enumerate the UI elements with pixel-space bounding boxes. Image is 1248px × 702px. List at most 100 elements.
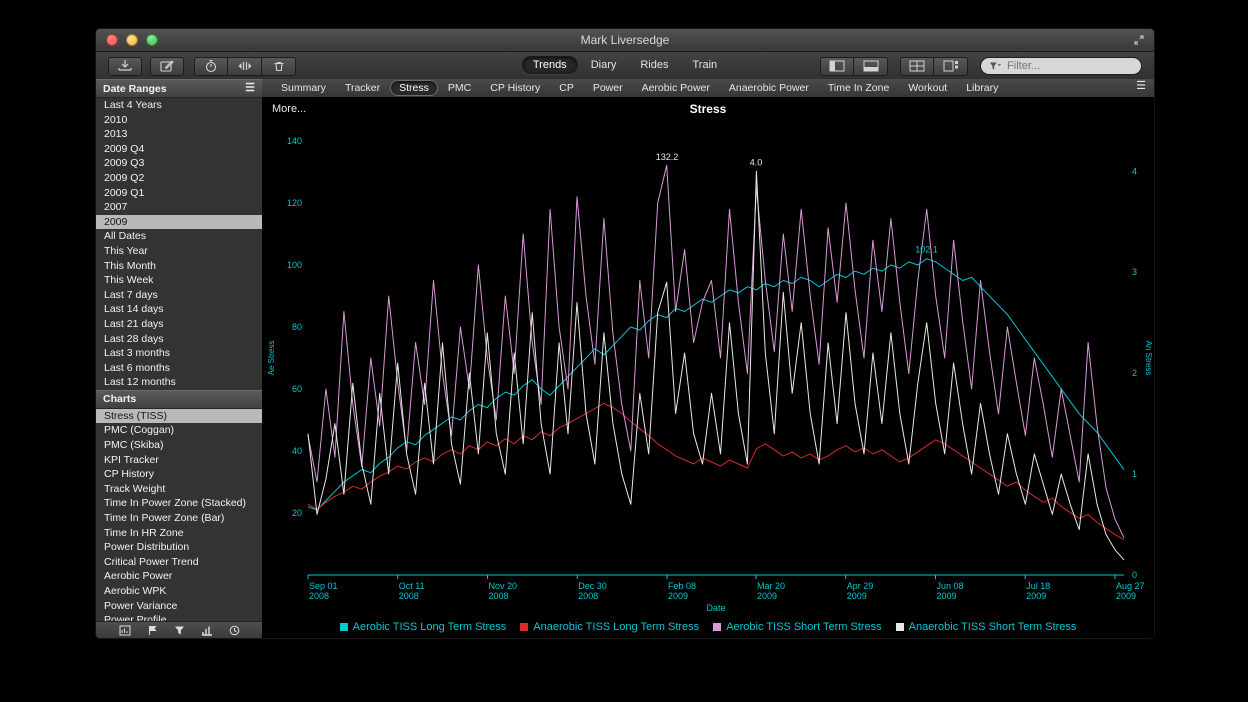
svg-text:132.2: 132.2 — [656, 152, 679, 162]
tab-summary[interactable]: Summary — [272, 80, 335, 96]
trash-icon — [272, 59, 286, 73]
tab-power[interactable]: Power — [584, 80, 632, 96]
filter-input[interactable] — [1005, 59, 1133, 73]
date-range-2010[interactable]: 2010 — [96, 113, 262, 128]
tab-aerobic-power[interactable]: Aerobic Power — [633, 80, 719, 96]
delete-button[interactable] — [262, 57, 296, 76]
date-range-this-year[interactable]: This Year — [96, 244, 262, 259]
tab-tracker[interactable]: Tracker — [336, 80, 389, 96]
tab-menu-icon[interactable]: ☰ — [1136, 81, 1146, 92]
svg-text:2009: 2009 — [1116, 591, 1136, 601]
date-range-this-week[interactable]: This Week — [96, 273, 262, 288]
date-range-last-3-months[interactable]: Last 3 months — [96, 346, 262, 361]
date-range-last-28-days[interactable]: Last 28 days — [96, 332, 262, 347]
charts-header[interactable]: Charts — [96, 390, 262, 409]
date-ranges-menu-icon[interactable]: ☰ — [245, 83, 255, 94]
date-range-2009-q1[interactable]: 2009 Q1 — [96, 186, 262, 201]
svg-text:Jul 18: Jul 18 — [1026, 581, 1050, 591]
chart-aerobic-wpk[interactable]: Aerobic WPK — [96, 584, 262, 599]
svg-text:2009: 2009 — [847, 591, 867, 601]
segment-trends[interactable]: Trends — [522, 56, 578, 74]
date-range-last-6-months[interactable]: Last 6 months — [96, 361, 262, 376]
svg-text:3: 3 — [1132, 267, 1137, 277]
date-range-last-4-years[interactable]: Last 4 Years — [96, 98, 262, 113]
tab-anaerobic-power[interactable]: Anaerobic Power — [720, 80, 818, 96]
svg-text:Nov 20: Nov 20 — [489, 581, 518, 591]
date-range-last-7-days[interactable]: Last 7 days — [96, 288, 262, 303]
segment-diary[interactable]: Diary — [580, 56, 628, 74]
tab-workout[interactable]: Workout — [899, 80, 956, 96]
download-button[interactable] — [108, 57, 142, 76]
date-range-2009[interactable]: 2009 — [96, 215, 262, 230]
chart-aerobic-power[interactable]: Aerobic Power — [96, 569, 262, 584]
view-segmented-control: TrendsDiaryRidesTrain — [522, 56, 728, 74]
edit-button[interactable] — [150, 57, 184, 76]
date-range-2007[interactable]: 2007 — [96, 200, 262, 215]
date-range-last-21-days[interactable]: Last 21 days — [96, 317, 262, 332]
chart-legend: Aerobic TISS Long Term Stress Anaerobic … — [262, 621, 1154, 633]
chart-track-weight[interactable]: Track Weight — [96, 482, 262, 497]
svg-text:Sep 01: Sep 01 — [309, 581, 338, 591]
tab-time-in-zone[interactable]: Time In Zone — [819, 80, 898, 96]
tab-cp-history[interactable]: CP History — [481, 80, 549, 96]
legend-label: Anaerobic TISS Short Term Stress — [909, 621, 1077, 633]
lowbar-toggle-button[interactable] — [854, 57, 888, 76]
traffic-lights — [106, 34, 158, 46]
date-ranges-header[interactable]: Date Ranges ☰ — [96, 79, 262, 98]
date-range-2009-q2[interactable]: 2009 Q2 — [96, 171, 262, 186]
tab-pmc[interactable]: PMC — [439, 80, 480, 96]
date-range-last-12-months[interactable]: Last 12 months — [96, 375, 262, 390]
svg-text:0: 0 — [1132, 570, 1137, 580]
date-range-this-month[interactable]: This Month — [96, 259, 262, 274]
chart-stress-tiss[interactable]: Stress (TISS) — [96, 409, 262, 424]
chart-power-distribution[interactable]: Power Distribution — [96, 540, 262, 555]
bookmark-flag-icon[interactable] — [147, 625, 158, 636]
chart-pmc-skiba[interactable]: PMC (Skiba) — [96, 438, 262, 453]
sidebar-toggle-button[interactable] — [820, 57, 854, 76]
svg-text:4: 4 — [1132, 166, 1137, 176]
tabbed-view-button[interactable] — [934, 57, 968, 76]
title-bar: Mark Liversedge — [96, 29, 1154, 52]
svg-text:2009: 2009 — [757, 591, 777, 601]
close-button[interactable] — [106, 34, 118, 46]
date-range-all-dates[interactable]: All Dates — [96, 229, 262, 244]
date-range-2009-q4[interactable]: 2009 Q4 — [96, 142, 262, 157]
svg-text:1: 1 — [1132, 469, 1137, 479]
chart-pmc-coggan[interactable]: PMC (Coggan) — [96, 423, 262, 438]
intervals-button[interactable] — [228, 57, 262, 76]
date-range-2009-q3[interactable]: 2009 Q3 — [96, 156, 262, 171]
legend-swatch — [520, 623, 528, 631]
main-toolbar: TrendsDiaryRidesTrain — [96, 52, 1154, 81]
chart-time-in-power-zone-bar[interactable]: Time In Power Zone (Bar) — [96, 511, 262, 526]
tiled-view-button[interactable] — [900, 57, 934, 76]
svg-text:Oct 11: Oct 11 — [399, 581, 425, 591]
segment-rides[interactable]: Rides — [629, 56, 679, 74]
svg-text:4.0: 4.0 — [750, 157, 763, 167]
clock-icon[interactable] — [229, 625, 240, 636]
svg-text:2008: 2008 — [578, 591, 598, 601]
segment-train[interactable]: Train — [681, 56, 728, 74]
svg-text:Ae Stress: Ae Stress — [267, 341, 276, 376]
chart-time-in-power-zone-stacked[interactable]: Time In Power Zone (Stacked) — [96, 496, 262, 511]
tab-library[interactable]: Library — [957, 80, 1007, 96]
fullscreen-icon[interactable] — [1132, 33, 1146, 47]
stopwatch-button[interactable] — [194, 57, 228, 76]
summary-view-icon[interactable] — [119, 625, 131, 636]
bar-chart-icon[interactable] — [201, 625, 213, 636]
chart-kpi-tracker[interactable]: KPI Tracker — [96, 453, 262, 468]
chart-critical-power-trend[interactable]: Critical Power Trend — [96, 555, 262, 570]
tab-cp[interactable]: CP — [550, 80, 583, 96]
chart-cp-history[interactable]: CP History — [96, 467, 262, 482]
date-range-2013[interactable]: 2013 — [96, 127, 262, 142]
minimize-button[interactable] — [126, 34, 138, 46]
tab-stress[interactable]: Stress — [390, 80, 438, 96]
main-panel: SummaryTrackerStressPMCCP HistoryCPPower… — [262, 79, 1154, 638]
date-range-last-14-days[interactable]: Last 14 days — [96, 302, 262, 317]
toolbar-right-group — [820, 57, 1142, 76]
legend-aerobic-tiss-short-term-stress: Aerobic TISS Short Term Stress — [713, 621, 881, 633]
chart-power-variance[interactable]: Power Variance — [96, 599, 262, 614]
svg-text:60: 60 — [292, 384, 302, 394]
chart-time-in-hr-zone[interactable]: Time In HR Zone — [96, 526, 262, 541]
zoom-button[interactable] — [146, 34, 158, 46]
filter-icon[interactable] — [174, 625, 185, 636]
